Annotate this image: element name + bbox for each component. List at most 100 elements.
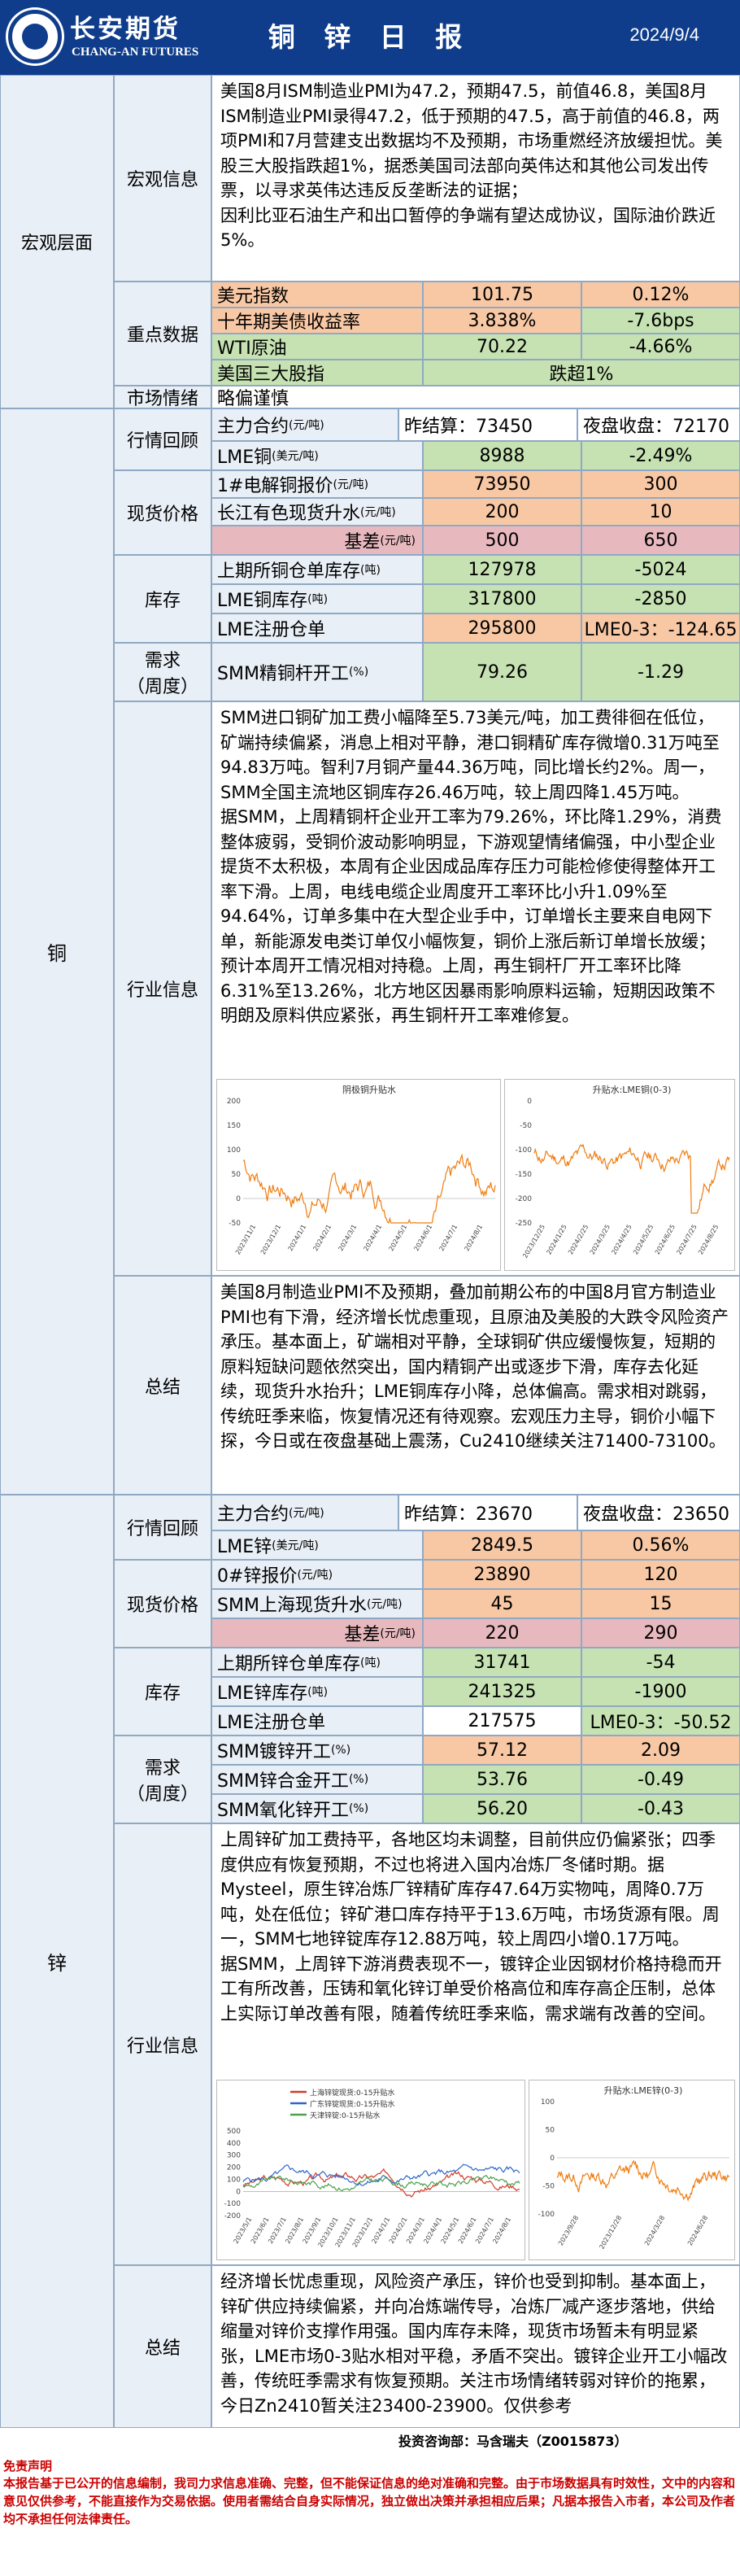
key-row-label: 十年期美债收益率 bbox=[211, 308, 423, 334]
copper-demand-label: 需求 （周度） bbox=[114, 643, 211, 701]
zinc-inventory-label: 库存 bbox=[114, 1648, 211, 1736]
x-tick-label: 2024/5/1 bbox=[387, 1224, 408, 1253]
y-tick-label: -100 bbox=[224, 2200, 242, 2208]
y-tick-label: 400 bbox=[227, 2140, 241, 2148]
cu-spot2-unit: (元/吨) bbox=[360, 506, 396, 519]
copper-lme-change: -2.49% bbox=[581, 441, 740, 470]
zn-demand-label-1: 需求 bbox=[144, 1758, 181, 1779]
zinc-demand3-value: 56.20 bbox=[423, 1794, 581, 1823]
copper-premium-chart: 阴极铜升贴水 200 150 100 50 0 -50 2023/11/1 2023/12/1 2… bbox=[216, 1079, 501, 1271]
zinc-spot2-value: 45 bbox=[423, 1589, 581, 1618]
copper-inventory-label: 库存 bbox=[114, 555, 211, 643]
zinc-basis: 基差 (元/吨) bbox=[211, 1618, 423, 1648]
series-line bbox=[556, 2159, 730, 2203]
zinc-summary-text: 经济增长忧虑重现，风险资产承压，锌价也受到抑制。基本面上，锌矿供应持续偏紧，并向… bbox=[211, 2265, 740, 2428]
zinc-demand2: SMM锌合金开工 (%) bbox=[211, 1765, 423, 1794]
x-tick-label: 2024/8/1 bbox=[463, 1224, 484, 1253]
y-tick-label: -250 bbox=[516, 1220, 533, 1228]
zinc-demand3: SMM氧化锌开工 (%) bbox=[211, 1794, 423, 1823]
x-tick-label: 2024/4/25 bbox=[610, 1224, 633, 1256]
zinc-demand-label: 需求 （周度） bbox=[114, 1736, 211, 1823]
zn-basis-unit: (元/吨) bbox=[380, 1627, 416, 1640]
macro-info-text: 美国8月ISM制造业PMI为47.2，预期47.5，前值46.8，美国8月ISM… bbox=[211, 75, 740, 282]
key-row-value: 70.22 bbox=[423, 334, 581, 360]
key-row-value: 101.75 bbox=[423, 282, 581, 308]
zn-spot2-unit: (元/吨) bbox=[366, 1598, 403, 1611]
zinc-spot2-change: 15 bbox=[581, 1589, 740, 1618]
zn-demand1-unit: (%) bbox=[330, 1744, 351, 1757]
copper-premium-chart-svg: 阴极铜升贴水200150100500-502023/11/1 2023/12/1 2… bbox=[227, 1084, 496, 1256]
zinc-demand2-change: -0.49 bbox=[581, 1765, 740, 1794]
report-date: 2024/9/4 bbox=[629, 24, 699, 45]
zinc-spot1: 0#锌报价 (元/吨) bbox=[211, 1560, 423, 1589]
y-tick-label: 0 bbox=[527, 1098, 532, 1106]
zinc-basis-change: 290 bbox=[581, 1618, 740, 1648]
copper-inv3-label: LME注册仓单 bbox=[211, 613, 423, 643]
zinc-inv3-label: LME注册仓单 bbox=[211, 1706, 423, 1736]
copper-inv3-value: 295800 bbox=[423, 613, 581, 643]
copper-lme-value: 8988 bbox=[423, 441, 581, 470]
consultant-credit: 投资咨询部：马含瑞夫（Z0015873） bbox=[398, 2434, 628, 2449]
x-tick-label: 2024/8/25 bbox=[697, 1224, 720, 1256]
cu-demand-label-1: 需求 bbox=[144, 651, 181, 671]
copper-spot-label: 现货价格 bbox=[114, 470, 211, 555]
zn-demand3-label: SMM氧化锌开工 bbox=[217, 1801, 349, 1821]
copper-summary-text: 美国8月制造业PMI不及预期，叠加前期公布的中国8月官方制造业PMI也有下滑，经… bbox=[211, 1276, 740, 1495]
x-tick-label: 2024/2/25 bbox=[567, 1224, 590, 1256]
zinc-inv2: LME锌库存 (吨) bbox=[211, 1677, 423, 1706]
zn-inv2-label: LME锌库存 bbox=[217, 1683, 308, 1704]
macro-info-paragraph: 美国8月ISM制造业PMI为47.2，预期47.5，前值46.8，美国8月ISM… bbox=[220, 81, 723, 200]
key-row-label: WTI原油 bbox=[211, 334, 423, 360]
disclaimer: 免责声明 本报告基于已公开的信息编制，我司力求信息准确、完整，但不能保证信息的绝… bbox=[0, 2456, 740, 2576]
x-tick-label: 2023/12/1 bbox=[259, 1224, 282, 1256]
copper-inv1: 上期所铜仓单库存 (吨) bbox=[211, 555, 423, 584]
copper-basis-value: 500 bbox=[423, 526, 581, 555]
copper-spot1-value: 73950 bbox=[423, 470, 581, 498]
zn-demand-label-2: （周度） bbox=[126, 1784, 198, 1805]
cu-inv1-label: 上期所铜仓单库存 bbox=[217, 561, 361, 582]
series-line bbox=[533, 1143, 730, 1214]
copper-industry-label: 行业信息 bbox=[114, 701, 211, 1276]
zinc-lme-spread-chart: 升贴水:LME锌(0-3) 100 50 0 -50 -100 2023/9/28 2023/… bbox=[529, 2080, 735, 2260]
x-tick-label: 2023/11/1 bbox=[234, 1224, 257, 1256]
key-row-value: 跌超1% bbox=[423, 360, 740, 386]
zinc-lme-spread-chart-svg: 升贴水:LME锌(0-3) 100 50 0 -50 -100 2023/9/28 2023/… bbox=[538, 2085, 730, 2251]
x-tick-label: 2024/6/28 bbox=[686, 2215, 709, 2247]
x-tick-label: 2024/3/25 bbox=[589, 1224, 612, 1256]
y-tick-label: -50 bbox=[520, 1122, 532, 1130]
legend-label: 广东锌锭现货:0-15升贴水 bbox=[310, 2099, 394, 2109]
copper-summary-label: 总结 bbox=[114, 1276, 211, 1495]
copper-demand1-value: 79.26 bbox=[423, 643, 581, 701]
y-tick-label: 50 bbox=[546, 2127, 555, 2135]
zn-spot1-unit: (元/吨) bbox=[297, 1569, 333, 1582]
copper-lme-label: LME铜 (美元/吨) bbox=[211, 441, 423, 470]
x-tick-label: 2023/12/28 bbox=[598, 2215, 623, 2251]
copper-demand1-change: -1.29 bbox=[581, 643, 740, 701]
zinc-review-label: 行情回顾 bbox=[114, 1495, 211, 1560]
copper-review-label: 行情回顾 bbox=[114, 408, 211, 470]
zinc-lme-value: 2849.5 bbox=[423, 1530, 581, 1560]
legend-label: 上海锌锭现货:0-15升贴水 bbox=[310, 2088, 394, 2098]
x-tick-label: 2024/6/1 bbox=[412, 1224, 433, 1253]
y-tick-label: -200 bbox=[516, 1195, 533, 1203]
zinc-demand2-value: 53.76 bbox=[423, 1765, 581, 1794]
y-tick-label: 500 bbox=[227, 2128, 241, 2136]
zn-spot1-label: 0#锌报价 bbox=[217, 1566, 298, 1587]
cu-demand1-label: SMM精铜杆开工 bbox=[217, 664, 349, 684]
x-tick-label: 2023/9/28 bbox=[557, 2215, 580, 2247]
zinc-main-contract: 主力合约 (元/吨) bbox=[211, 1495, 398, 1530]
zn-lme-label: LME锌 bbox=[217, 1537, 272, 1557]
copper-spot1-change: 300 bbox=[581, 470, 740, 498]
key-row-value: 3.838% bbox=[423, 308, 581, 334]
y-tick-label: -100 bbox=[538, 2211, 555, 2219]
y-tick-label: -150 bbox=[516, 1171, 533, 1179]
y-tick-label: 100 bbox=[541, 2098, 555, 2107]
y-tick-label: 0 bbox=[236, 1195, 241, 1203]
market-mood-label: 市场情绪 bbox=[114, 386, 211, 408]
copper-inv1-change: -5024 bbox=[581, 555, 740, 584]
zn-inv1-unit: (吨) bbox=[360, 1657, 381, 1670]
zinc-inv1: 上期所锌仓单库存 (吨) bbox=[211, 1648, 423, 1677]
macro-key-label: 重点数据 bbox=[114, 282, 211, 386]
zn-spot2-label: SMM上海现货升水 bbox=[217, 1596, 367, 1616]
section-copper: 铜 bbox=[0, 408, 114, 1495]
